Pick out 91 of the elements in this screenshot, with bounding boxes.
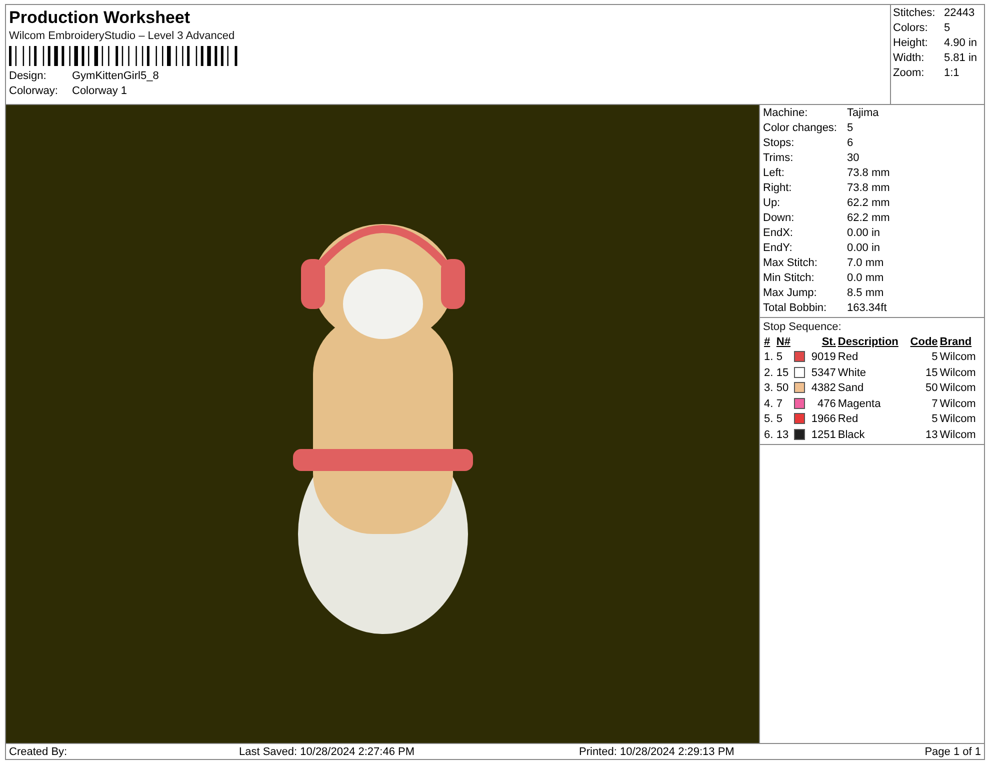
column-header: #	[763, 335, 772, 350]
summary-label: Width:	[893, 51, 926, 66]
table-cell-text: 5	[930, 412, 939, 427]
table-cell-text: 7	[775, 396, 784, 412]
last-saved: Last Saved: 10/28/2024 2:27:46 PM	[239, 746, 416, 758]
column-header: Code	[909, 335, 939, 350]
table-cell-text: Red	[836, 350, 860, 365]
detail-value: 0.00 in	[847, 241, 880, 256]
table-cell-text: 5347	[810, 366, 837, 380]
column-header: N#	[775, 335, 792, 350]
summary-value: 1:1	[944, 66, 960, 81]
detail-label: Stops:	[763, 136, 796, 151]
table-cell-text: Wilcom	[938, 428, 977, 442]
detail-label: EndY:	[763, 241, 794, 256]
summary-value: 5	[944, 21, 950, 36]
table-cell-text: Wilcom	[938, 412, 977, 427]
table-cell-text: 2.	[763, 366, 774, 380]
table-cell-text: 5	[930, 350, 939, 365]
table-cell-text: Wilcom	[938, 396, 977, 412]
detail-label: Min Stitch:	[763, 271, 816, 286]
summary-label: Zoom:	[893, 66, 926, 81]
field-value: GymKittenGirl5_8	[72, 69, 159, 84]
column-header: Description	[836, 335, 900, 350]
detail-value: 73.8 mm	[847, 166, 890, 181]
detail-value: 0.00 in	[847, 226, 880, 241]
table-cell-text: Red	[836, 412, 860, 427]
table-cell-text: 4.	[763, 396, 774, 412]
table-cell-text: Wilcom	[938, 350, 977, 365]
detail-value: 73.8 mm	[847, 181, 890, 196]
stop-sequence-title: Stop Sequence:	[763, 320, 842, 335]
table-cell-text: 15	[924, 366, 939, 380]
detail-label: Down:	[763, 211, 796, 226]
detail-label: Total Bobbin:	[763, 301, 828, 316]
page-number: Page 1 of 1	[924, 746, 981, 758]
detail-value: 6	[847, 136, 854, 151]
detail-value: 5	[847, 121, 854, 136]
field-value: Colorway 1	[72, 84, 128, 99]
table-cell-text: 15	[775, 366, 790, 380]
field-label: Colorway:	[9, 84, 59, 99]
table-cell-text: 13	[924, 428, 939, 442]
detail-label: Color changes:	[763, 121, 838, 136]
summary-label: Stitches:	[893, 6, 936, 21]
detail-value: 62.2 mm	[847, 211, 890, 226]
table-cell-text: 1251	[810, 428, 837, 442]
table-cell-text: White	[836, 366, 868, 380]
summary-value: 5.81 in	[944, 51, 978, 66]
table-cell-text: Wilcom	[938, 366, 977, 380]
field-label: Design:	[9, 69, 48, 84]
summary-label: Colors:	[893, 21, 929, 36]
detail-value: 0.0 mm	[847, 271, 884, 286]
detail-label: Left:	[763, 166, 786, 181]
detail-value: 7.0 mm	[847, 256, 884, 271]
detail-value: 8.5 mm	[847, 286, 884, 301]
summary-value: 4.90 in	[944, 36, 978, 51]
table-cell-text: Sand	[836, 381, 865, 396]
detail-label: Right:	[763, 181, 793, 196]
table-cell-text: 50	[924, 381, 939, 396]
table-cell-text: 13	[775, 428, 790, 442]
summary-value: 22443	[944, 6, 975, 21]
table-cell-text: 9019	[810, 350, 837, 365]
detail-label: Machine:	[763, 106, 809, 121]
column-header: St.	[820, 335, 837, 350]
table-cell-text: 5	[775, 350, 784, 365]
table-cell-text: 4382	[810, 381, 837, 396]
table-cell-text: 5	[775, 412, 784, 427]
software-name: Wilcom EmbroideryStudio – Level 3 Advanced	[9, 29, 236, 44]
detail-label: EndX:	[763, 226, 794, 241]
detail-value: 62.2 mm	[847, 196, 890, 211]
table-cell-text: 6.	[763, 428, 774, 442]
detail-value: 30	[847, 151, 860, 166]
detail-label: Up:	[763, 196, 782, 211]
printed-date: Printed: 10/28/2024 2:29:13 PM	[579, 746, 736, 758]
summary-label: Height:	[893, 36, 929, 51]
table-cell-text: 3.	[763, 381, 774, 396]
table-cell-text: 1966	[810, 412, 837, 427]
table-cell-text: 50	[775, 381, 790, 396]
detail-label: Trims:	[763, 151, 794, 166]
table-cell-text: 7	[930, 396, 939, 412]
created-by: Created By:	[9, 746, 68, 758]
worksheet-title: Production Worksheet	[9, 7, 192, 28]
table-cell-text: Black	[836, 428, 866, 442]
table-cell-text: 1.	[763, 350, 774, 365]
table-cell-text: Magenta	[836, 396, 882, 412]
column-header: Brand	[938, 335, 973, 350]
table-cell-text: 476	[816, 396, 837, 412]
detail-value: Tajima	[847, 106, 879, 121]
detail-label: Max Jump:	[763, 286, 818, 301]
detail-value: 163.34ft	[847, 301, 887, 316]
detail-label: Max Stitch:	[763, 256, 818, 271]
table-cell-text: 5.	[763, 412, 774, 427]
table-cell-text: Wilcom	[938, 381, 977, 396]
